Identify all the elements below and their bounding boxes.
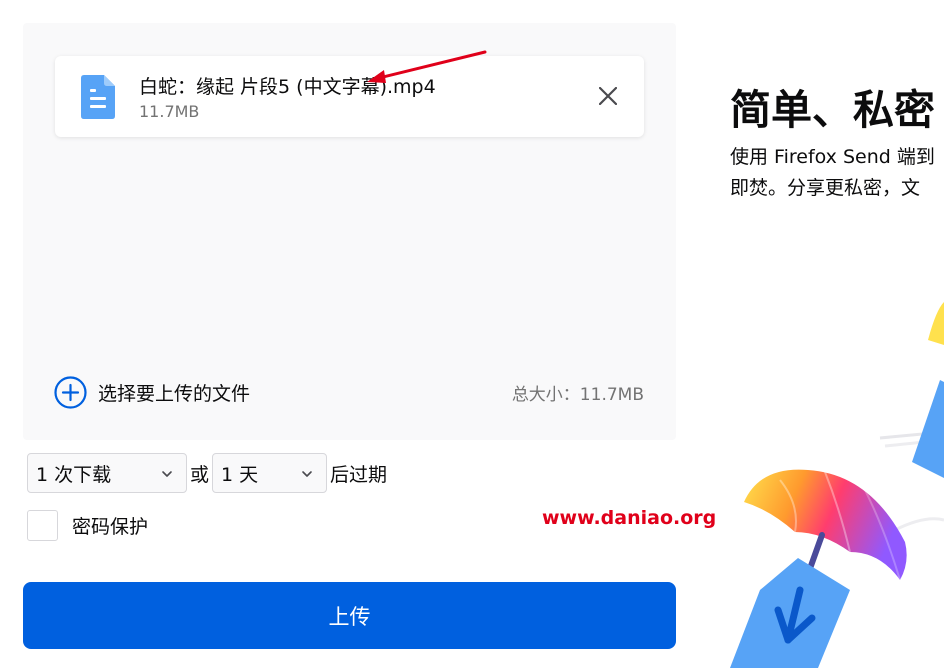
hero-title: 简单、私密 [730, 86, 935, 134]
annotation-arrow-icon [367, 50, 487, 83]
hero-desc-line-1: 使用 Firefox Send 端到 [730, 146, 935, 168]
add-files-button[interactable]: 选择要上传的文件 [54, 376, 250, 409]
upload-button[interactable]: 上传 [23, 582, 676, 649]
time-limit-value: 1 天 [221, 463, 259, 486]
password-option: 密码保护 [27, 510, 148, 541]
upload-dropzone[interactable]: 白蛇：缘起 片段5 (中文字幕).mp4 11.7MB 选择要上传的文件 总大小… [23, 23, 676, 440]
download-limit-value: 1 次下载 [36, 463, 112, 486]
total-size: 总大小：11.7MB [511, 385, 644, 405]
close-icon [599, 87, 617, 105]
chevron-down-icon [162, 471, 172, 477]
umbrella-illustration [730, 302, 944, 668]
document-icon [81, 75, 115, 119]
send-page: 白蛇：缘起 片段5 (中文字幕).mp4 11.7MB 选择要上传的文件 总大小… [0, 0, 944, 668]
plus-circle-icon [54, 376, 87, 409]
hero-description: 使用 Firefox Send 端到 即焚。分享更私密，文 [730, 142, 944, 204]
add-files-label: 选择要上传的文件 [98, 383, 251, 405]
expiry-options: 1 次下载 或 1 天 后过期 [27, 451, 390, 495]
password-checkbox[interactable] [27, 510, 58, 541]
or-label: 或 [190, 463, 210, 486]
chevron-down-icon [302, 471, 312, 477]
time-limit-select[interactable]: 1 天 [212, 453, 328, 493]
expires-label: 后过期 [330, 463, 388, 486]
file-size: 11.7MB [139, 102, 200, 121]
hero-desc-line-2: 即焚。分享更私密，文 [730, 177, 921, 199]
watermark-text: www.daniao.org [542, 507, 717, 529]
download-limit-select[interactable]: 1 次下载 [27, 453, 187, 493]
file-list-item: 白蛇：缘起 片段5 (中文字幕).mp4 11.7MB [55, 56, 644, 137]
password-label: 密码保护 [72, 516, 149, 538]
remove-file-button[interactable] [594, 82, 622, 110]
